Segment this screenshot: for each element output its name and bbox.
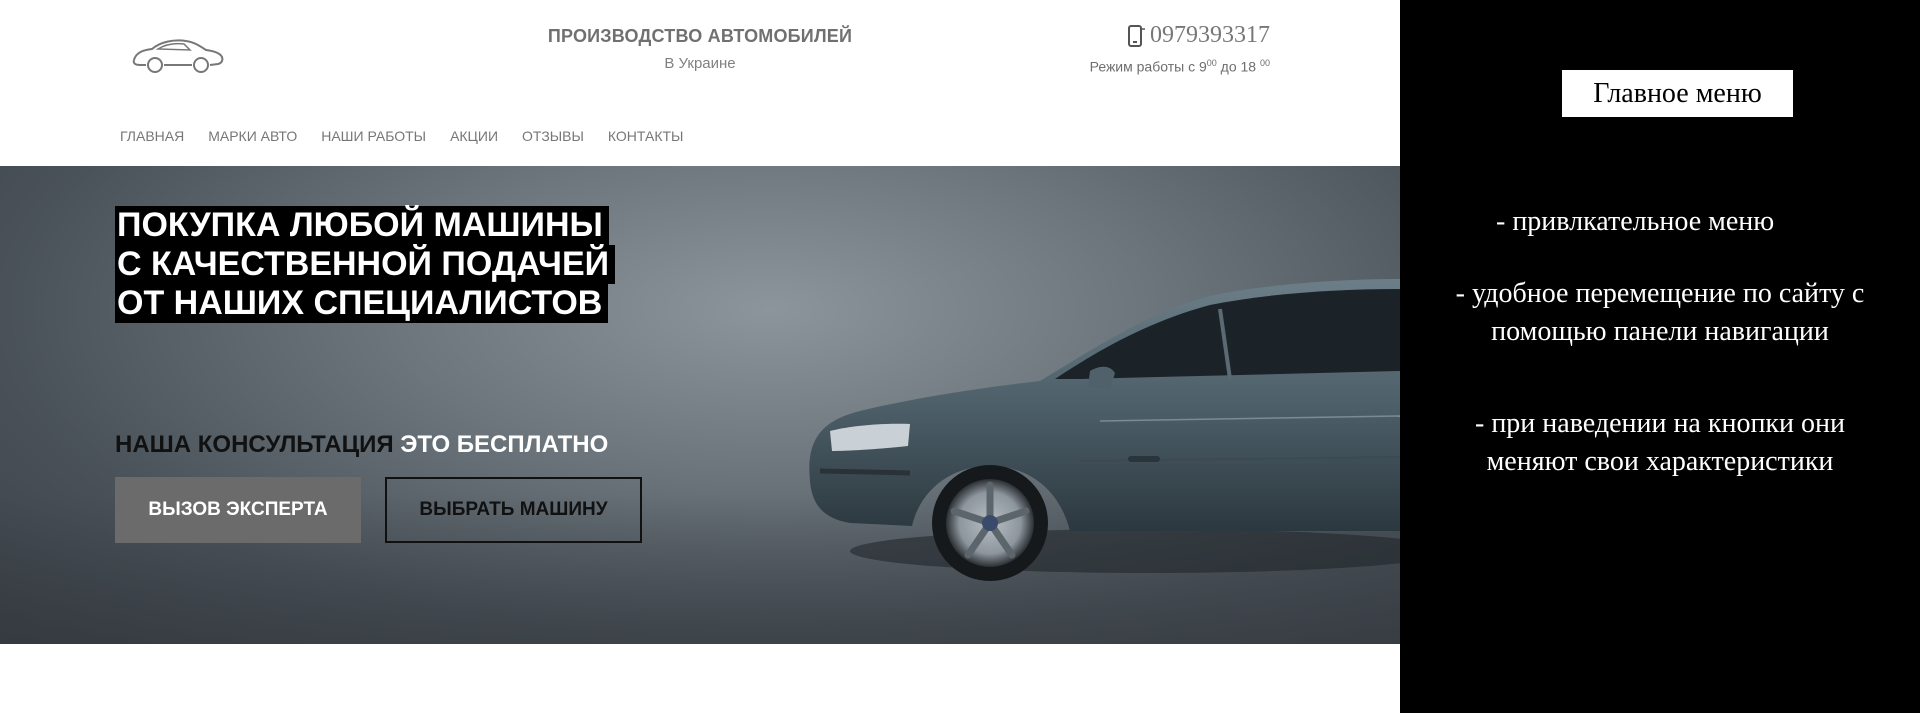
- nav-item-reviews[interactable]: ОТЗЫВЫ: [522, 128, 584, 144]
- hours-middle: до 18: [1216, 58, 1260, 75]
- phone-icon: [1124, 24, 1146, 48]
- nav-item-home[interactable]: ГЛАВНАЯ: [120, 128, 184, 144]
- nav-item-contacts[interactable]: КОНТАКТЫ: [608, 128, 684, 144]
- brand-title: ПРОИЗВОДСТВО АВТОМОБИЛЕЙ: [547, 26, 853, 46]
- site-header: ПРОИЗВОДСТВО АВТОМОБИЛЕЙ В Украине 09793…: [0, 0, 1400, 166]
- consult-light-text: ЭТО БЕСПЛАТНО: [400, 431, 609, 458]
- consultation-text: НАША КОНСУЛЬТАЦИЯ ЭТО БЕСПЛАТНО: [115, 431, 608, 459]
- working-hours: Режим работы с 900 до 18 00: [1090, 58, 1270, 75]
- panel-title: Главное меню: [1562, 70, 1793, 117]
- nav-item-works[interactable]: НАШИ РАБОТЫ: [321, 128, 426, 144]
- hero-title: ПОКУПКА ЛЮБОЙ МАШИНЫ С КАЧЕСТВЕННОЙ ПОДА…: [115, 206, 635, 323]
- annotation-panel: Главное меню - привлкательное меню - удо…: [1400, 0, 1920, 713]
- hours-sup-end: 00: [1259, 58, 1270, 68]
- brand-subtitle: В Украине: [664, 55, 736, 72]
- hours-prefix: Режим работы с 9: [1089, 58, 1207, 75]
- call-expert-button[interactable]: ВЫЗОВ ЭКСПЕРТА: [115, 477, 361, 543]
- phone-contact[interactable]: 0979393317: [1124, 22, 1270, 49]
- choose-car-button[interactable]: ВЫБРАТЬ МАШИНУ: [385, 477, 642, 543]
- main-nav: ГЛАВНАЯ МАРКИ АВТО НАШИ РАБОТЫ АКЦИИ ОТЗ…: [120, 128, 707, 144]
- panel-point: - при наведении на кнопки они меняют сво…: [1475, 408, 1845, 477]
- panel-point: - привлкательное меню: [1496, 206, 1775, 237]
- consult-dark-text: НАША КОНСУЛЬТАЦИЯ: [115, 431, 394, 458]
- car-image: [809, 279, 1400, 581]
- hero-banner: ПОКУПКА ЛЮБОЙ МАШИНЫ С КАЧЕСТВЕННОЙ ПОДА…: [0, 166, 1400, 644]
- website-preview: ПРОИЗВОДСТВО АВТОМОБИЛЕЙ В Украине 09793…: [0, 0, 1400, 713]
- hero-title-line: ПОКУПКА ЛЮБОЙ МАШИНЫ: [115, 206, 609, 245]
- nav-item-promotions[interactable]: АКЦИИ: [450, 128, 498, 144]
- phone-number: 0979393317: [1150, 22, 1270, 48]
- hero-title-line: С КАЧЕСТВЕННОЙ ПОДАЧЕЙ: [115, 245, 616, 284]
- hours-sup-start: 00: [1206, 58, 1217, 68]
- panel-point: - удобное перемещение по сайту с помощью…: [1455, 278, 1865, 347]
- hero-title-line: ОТ НАШИХ СПЕЦИАЛИСТОВ: [115, 284, 609, 323]
- nav-item-brands[interactable]: МАРКИ АВТО: [208, 128, 297, 144]
- car-logo-icon[interactable]: [130, 30, 226, 78]
